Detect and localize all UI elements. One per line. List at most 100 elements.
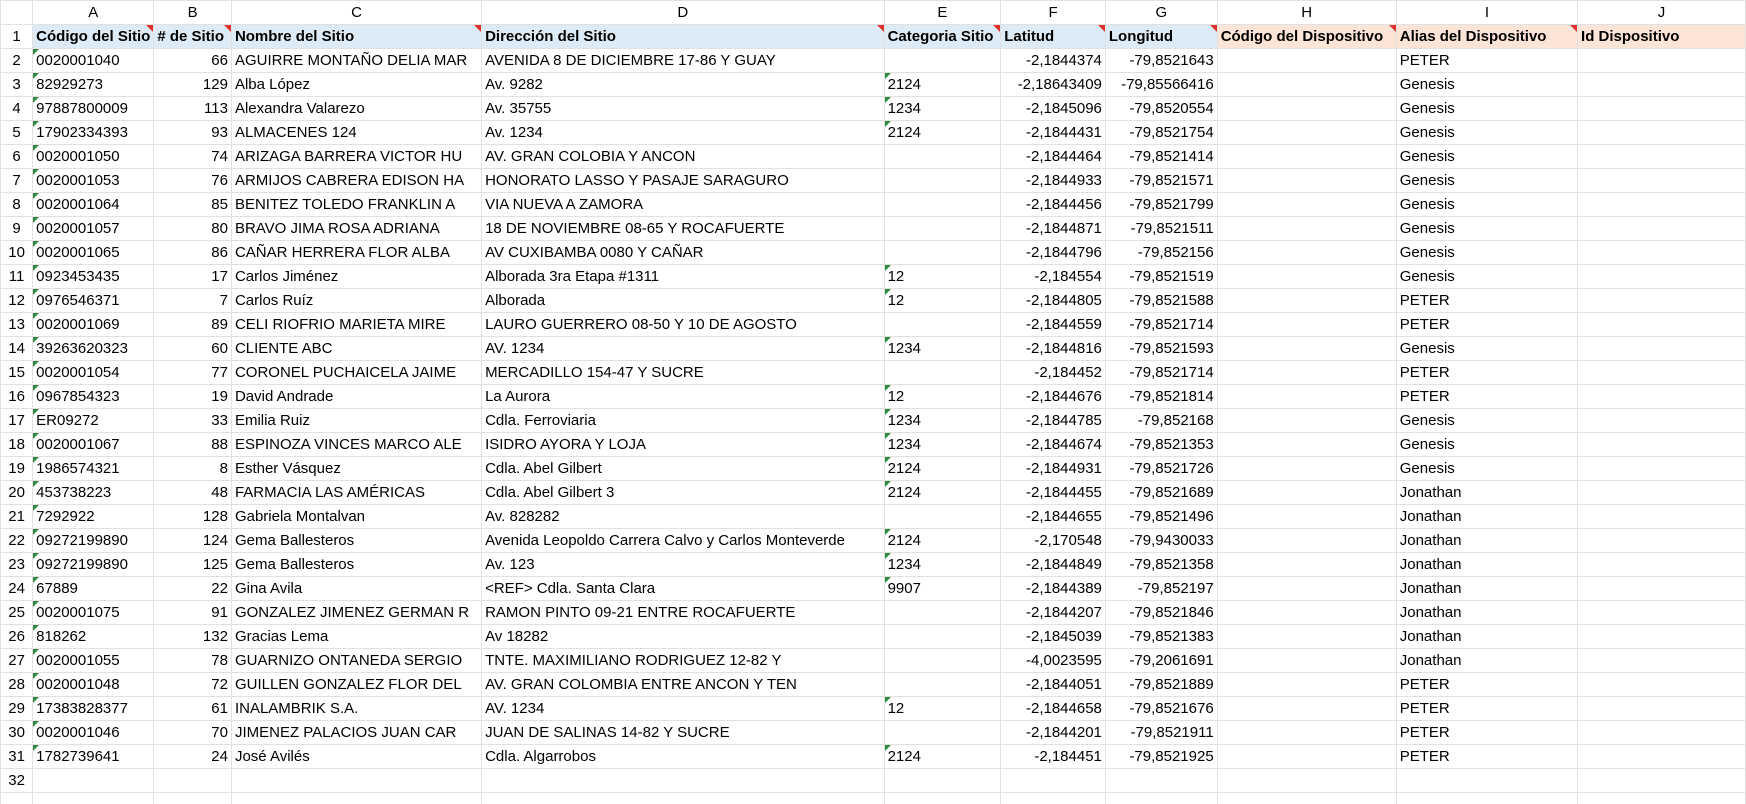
cell[interactable]: INALAMBRIK S.A. [230,696,483,721]
cell[interactable]: -2,1844431 [1000,120,1106,145]
cell[interactable] [1577,144,1746,169]
cell[interactable]: -2,1844455 [1000,480,1106,505]
cell[interactable]: 09272199890 [32,528,155,553]
cell[interactable]: 89 [153,312,232,337]
cell[interactable] [1216,792,1397,804]
cell[interactable]: LAURO GUERRERO 08-50 Y 10 DE AGOSTO [481,312,885,337]
cell[interactable]: -79,8521799 [1104,192,1218,217]
cell[interactable]: PETER [1395,384,1579,409]
cell[interactable]: 33 [153,408,232,433]
cell[interactable]: -2,170548 [1000,528,1106,553]
cell[interactable] [1577,336,1746,361]
row-header[interactable]: 28 [0,672,34,697]
column-header-c[interactable]: C [230,0,483,25]
cell[interactable]: 2124 [883,72,1002,97]
cell[interactable]: 80 [153,216,232,241]
cell[interactable]: 0020001065 [32,240,155,265]
cell[interactable]: PETER [1395,360,1579,385]
cell[interactable]: -79,8521714 [1104,360,1218,385]
cell[interactable]: ARMIJOS CABRERA EDISON HA [230,168,483,193]
row-header[interactable]: 20 [0,480,34,505]
row-header[interactable]: 7 [0,168,34,193]
cell[interactable] [1216,96,1397,121]
cell[interactable]: 93 [153,120,232,145]
cell[interactable]: Cdla. Ferroviaria [481,408,885,433]
cell[interactable] [1577,600,1746,625]
cell[interactable]: -2,184451 [1000,744,1106,769]
cell[interactable]: -79,8521358 [1104,552,1218,577]
cell[interactable]: VIA NUEVA A ZAMORA [481,192,885,217]
cell[interactable] [153,768,232,793]
cell[interactable]: TNTE. MAXIMILIANO RODRIGUEZ 12-82 Y [481,648,885,673]
cell[interactable]: AV. GRAN COLOBIA Y ANCON [481,144,885,169]
cell[interactable]: PETER [1395,672,1579,697]
cell[interactable]: 17383828377 [32,696,155,721]
cell[interactable]: Jonathan [1395,648,1579,673]
row-header[interactable]: 31 [0,744,34,769]
cell[interactable]: Jonathan [1395,504,1579,529]
cell[interactable]: 0020001053 [32,168,155,193]
cell[interactable]: 1234 [883,552,1002,577]
cell[interactable]: Carlos Jiménez [230,264,483,289]
cell[interactable]: -2,1844201 [1000,720,1106,745]
cell[interactable]: -79,8521353 [1104,432,1218,457]
cell[interactable]: CAÑAR HERRERA FLOR ALBA [230,240,483,265]
cell[interactable] [1577,744,1746,769]
cell[interactable]: -79,8521846 [1104,600,1218,625]
cell[interactable]: -79,8521571 [1104,168,1218,193]
column-header-g[interactable]: G [1104,0,1218,25]
row-header[interactable]: 21 [0,504,34,529]
cell[interactable]: Av 18282 [481,624,885,649]
cell[interactable] [1216,696,1397,721]
cell[interactable]: Alborada 3ra Etapa #1311 [481,264,885,289]
cell[interactable] [1216,600,1397,625]
cell[interactable]: Genesis [1395,456,1579,481]
cell[interactable]: Genesis [1395,336,1579,361]
cell[interactable] [1216,768,1397,793]
cell[interactable]: 0020001069 [32,312,155,337]
cell[interactable]: Cdla. Algarrobos [481,744,885,769]
cell[interactable]: 7 [153,288,232,313]
cell[interactable]: 12 [883,696,1002,721]
cell[interactable]: 0020001064 [32,192,155,217]
cell[interactable] [883,720,1002,745]
cell[interactable]: -2,1844207 [1000,600,1106,625]
cell[interactable] [1216,432,1397,457]
cell[interactable] [883,144,1002,169]
cell[interactable] [1216,552,1397,577]
cell[interactable]: AV. 1234 [481,336,885,361]
row-header[interactable]: 17 [0,408,34,433]
cell[interactable] [481,792,885,804]
cell[interactable]: Alborada [481,288,885,313]
cell[interactable]: -2,184452 [1000,360,1106,385]
cell[interactable]: -79,8521689 [1104,480,1218,505]
cell[interactable]: -79,852197 [1104,576,1218,601]
cell[interactable]: PETER [1395,720,1579,745]
cell[interactable] [883,48,1002,73]
cell[interactable]: 0020001050 [32,144,155,169]
cell[interactable]: 86 [153,240,232,265]
header-cell[interactable]: Alias del Dispositivo [1395,24,1579,49]
cell[interactable]: Gema Ballesteros [230,528,483,553]
cell[interactable]: 125 [153,552,232,577]
cell[interactable] [883,648,1002,673]
cell[interactable]: Genesis [1395,72,1579,97]
cell[interactable] [1577,456,1746,481]
cell[interactable] [1577,504,1746,529]
cell[interactable]: 129 [153,72,232,97]
column-header-i[interactable]: I [1395,0,1579,25]
cell[interactable]: Genesis [1395,216,1579,241]
cell[interactable]: 12 [883,264,1002,289]
cell[interactable]: -79,8521676 [1104,696,1218,721]
cell[interactable] [1577,120,1746,145]
cell[interactable] [1216,576,1397,601]
cell[interactable]: 74 [153,144,232,169]
cell[interactable]: JUAN DE SALINAS 14-82 Y SUCRE [481,720,885,745]
cell[interactable]: Carlos Ruíz [230,288,483,313]
cell[interactable]: Jonathan [1395,576,1579,601]
cell[interactable]: -79,8521383 [1104,624,1218,649]
cell[interactable]: 0020001054 [32,360,155,385]
row-header[interactable]: 18 [0,432,34,457]
cell[interactable]: 18 DE NOVIEMBRE 08-65 Y ROCAFUERTE [481,216,885,241]
cell[interactable]: 0020001040 [32,48,155,73]
